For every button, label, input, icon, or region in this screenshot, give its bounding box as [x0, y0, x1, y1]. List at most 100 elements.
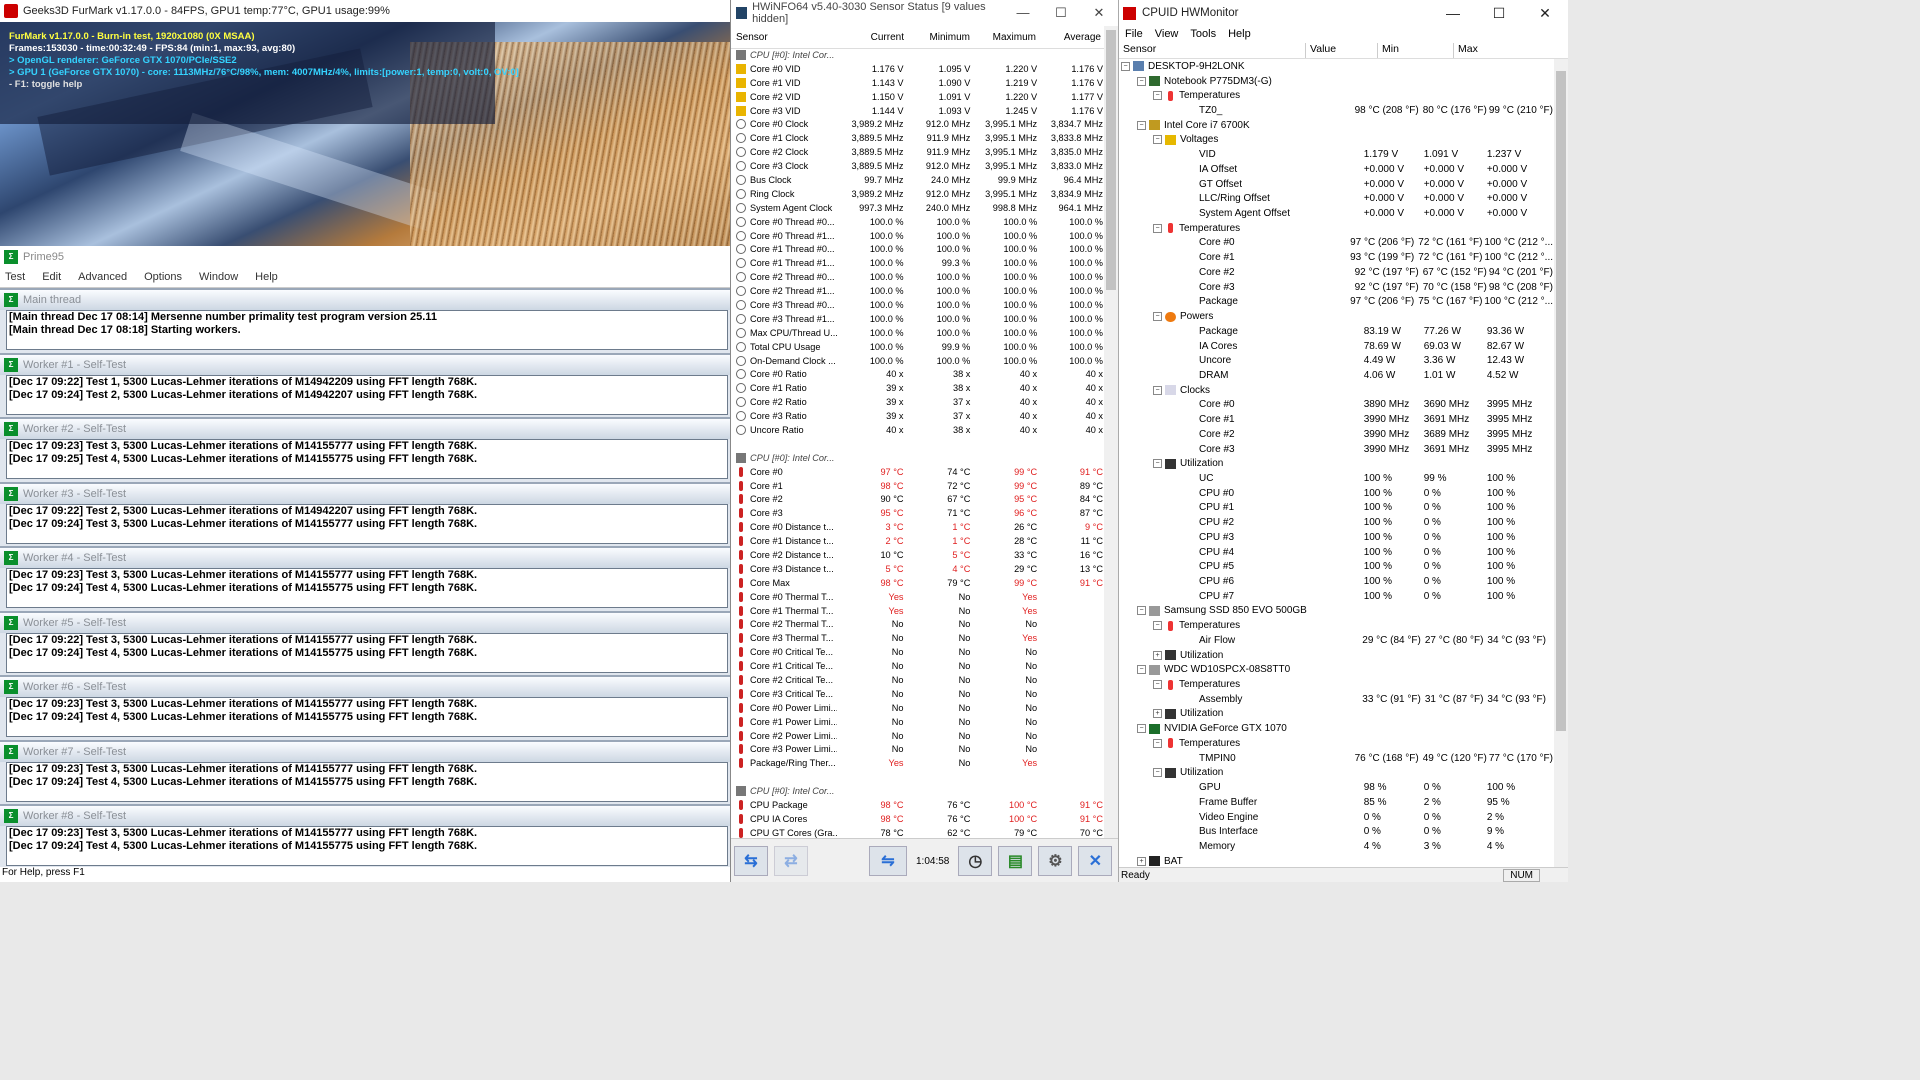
tree-node[interactable]: − Voltages	[1119, 133, 1553, 148]
sensor-row[interactable]: Memory 4 % 3 % 4 %	[1119, 839, 1553, 854]
sensor-row[interactable]: Core #1 Ratio 39 x 38 x 40 x 40 x	[731, 381, 1104, 395]
sensor-row[interactable]: Core #3 Clock 3,889.5 MHz 912.0 MHz 3,995.1…	[731, 159, 1104, 173]
sensor-group-header[interactable]: CPU [#0]: Intel Cor...	[731, 451, 1104, 465]
tree-node[interactable]: − NVIDIA GeForce GTX 1070	[1119, 721, 1553, 736]
collapse-icon[interactable]: −	[1153, 312, 1162, 322]
worker-titlebar[interactable]: Σ Worker #7 - Self-Test	[0, 739, 730, 762]
expand-icon[interactable]: +	[1153, 709, 1162, 719]
menu-item-help[interactable]: Help	[1228, 28, 1251, 40]
worker-titlebar[interactable]: Σ Worker #6 - Self-Test	[0, 675, 730, 697]
sensor-group-header[interactable]: CPU [#0]: Intel Cor...	[731, 784, 1104, 798]
collapse-icon[interactable]: −	[1153, 768, 1162, 778]
sensor-row[interactable]: DRAM 4.06 W 1.01 W 4.52 W	[1119, 368, 1553, 383]
sensor-row[interactable]: Core #1 Critical Te... No No No	[731, 659, 1104, 673]
sensor-row[interactable]: Core #2 Thread #0... 100.0 % 100.0 % 100.0 …	[731, 270, 1104, 284]
sensor-row[interactable]: UC 100 % 99 % 100 %	[1119, 471, 1553, 486]
settings-gear-icon[interactable]: ⚙	[1038, 846, 1073, 876]
column-header[interactable]: Value	[1306, 43, 1378, 58]
worker-titlebar[interactable]: Σ Worker #3 - Self-Test	[0, 481, 730, 504]
menu-item-tools[interactable]: Tools	[1190, 28, 1216, 40]
column-header[interactable]: Current	[842, 32, 909, 43]
close-x-icon[interactable]: ✕	[1078, 846, 1113, 876]
sensor-row[interactable]: Core #1 Clock 3,889.5 MHz 911.9 MHz 3,995.1…	[731, 131, 1104, 145]
worker-log[interactable]: [Dec 17 09:23] Test 3, 5300 Lucas-Lehmer…	[6, 826, 728, 866]
sensor-row[interactable]: Core #2 VID 1.150 V 1.091 V 1.220 V 1.177 V	[731, 90, 1104, 104]
menu-item-window[interactable]: Window	[199, 271, 238, 283]
menu-item-view[interactable]: View	[1155, 28, 1179, 40]
sensor-row[interactable]: System Agent Offset +0.000 V +0.000 V +0.00…	[1119, 206, 1553, 221]
hwinfo-titlebar[interactable]: HWiNFO64 v5.40-3030 Sensor Status [9 val…	[731, 0, 1118, 26]
menu-item-test[interactable]: Test	[5, 271, 25, 283]
minimize-button[interactable]: —	[1004, 5, 1042, 21]
worker-log[interactable]: [Dec 17 09:23] Test 3, 5300 Lucas-Lehmer…	[6, 568, 728, 608]
maximize-button[interactable]: ☐	[1476, 5, 1522, 22]
tree-node[interactable]: − Utilization	[1119, 456, 1553, 471]
sensor-row[interactable]: Core #2 Clock 3,889.5 MHz 911.9 MHz 3,995.1…	[731, 145, 1104, 159]
sensor-row[interactable]: CPU #6 100 % 0 % 100 %	[1119, 574, 1553, 589]
column-header[interactable]: Minimum	[909, 32, 975, 43]
sensor-row[interactable]: Core #1 Distance t... 2 °C 1 °C 28 °C 11 °C	[731, 534, 1104, 548]
tree-node[interactable]: − Clocks	[1119, 383, 1553, 398]
sensor-row[interactable]: Package 97 °C (206 °F) 75 °C (167 °F) 100 °…	[1119, 295, 1553, 310]
tree-node[interactable]: − Intel Core i7 6700K	[1119, 118, 1553, 133]
sensor-row[interactable]: Assembly 33 °C (91 °F) 31 °C (87 °F) 34 °C …	[1119, 692, 1553, 707]
collapse-icon[interactable]: −	[1137, 76, 1146, 86]
sensor-row[interactable]: Core #2 Critical Te... No No No	[731, 673, 1104, 687]
sensor-row[interactable]: Core #2 Thread #1... 100.0 % 100.0 % 100.0 …	[731, 284, 1104, 298]
worker-titlebar[interactable]: Σ Worker #4 - Self-Test	[0, 546, 730, 568]
sensor-row[interactable]: Core #1 3990 MHz 3691 MHz 3995 MHz	[1119, 412, 1553, 427]
tree-node[interactable]: − Utilization	[1119, 766, 1553, 781]
tree-node[interactable]: − Temperatures	[1119, 618, 1553, 633]
worker-titlebar[interactable]: Σ Worker #8 - Self-Test	[0, 804, 730, 826]
sensor-row[interactable]: Core #1 Thermal T... Yes No Yes	[731, 604, 1104, 618]
worker-log[interactable]: [Dec 17 09:22] Test 3, 5300 Lucas-Lehmer…	[6, 632, 728, 673]
sensor-row[interactable]: Core #2 90 °C 67 °C 95 °C 84 °C	[731, 493, 1104, 507]
worker-pane[interactable]: Σ Worker #8 - Self-Test [Dec 17 09:23] Tes…	[0, 804, 730, 869]
sensor-row[interactable]: CPU #2 100 % 0 % 100 %	[1119, 515, 1553, 530]
sensor-row[interactable]: TMPIN0 76 °C (168 °F) 49 °C (120 °F) 77 °C …	[1119, 751, 1553, 766]
worker-titlebar[interactable]: Σ Main thread	[0, 288, 730, 310]
close-button[interactable]: ✕	[1522, 5, 1568, 22]
sensor-row[interactable]: Core #0 Thread #0... 100.0 % 100.0 % 100.0 …	[731, 215, 1104, 229]
sensor-row[interactable]: Ring Clock 3,989.2 MHz 912.0 MHz 3,995.1 MH…	[731, 187, 1104, 201]
sensor-row[interactable]: Core #3 Distance t... 5 °C 4 °C 29 °C 13 °C	[731, 562, 1104, 576]
sensor-row[interactable]: Core #1 98 °C 72 °C 99 °C 89 °C	[731, 479, 1104, 493]
menu-item-advanced[interactable]: Advanced	[78, 271, 127, 283]
sensor-row[interactable]: System Agent Clock 997.3 MHz 240.0 MHz 998.…	[731, 201, 1104, 215]
column-header[interactable]: Max	[1454, 43, 1568, 58]
sensor-row[interactable]: Core #3 Power Limi... No No No	[731, 743, 1104, 757]
hwinfo-window[interactable]: HWiNFO64 v5.40-3030 Sensor Status [9 val…	[731, 0, 1120, 882]
hwmonitor-titlebar[interactable]: CPUID HWMonitor — ☐ ✕	[1119, 0, 1568, 26]
column-header[interactable]: Maximum	[975, 32, 1041, 43]
tree-node[interactable]: − Notebook P775DM3(-G)	[1119, 74, 1553, 89]
network-icon[interactable]: ⇋	[869, 846, 907, 876]
sensor-row[interactable]: Core #3 Thermal T... No No Yes	[731, 631, 1104, 645]
collapse-icon[interactable]: −	[1153, 738, 1162, 748]
worker-pane[interactable]: Σ Worker #7 - Self-Test [Dec 17 09:23] Tes…	[0, 739, 730, 805]
sensor-row[interactable]: Core #3 3990 MHz 3691 MHz 3995 MHz	[1119, 442, 1553, 457]
sensor-row[interactable]: CPU #5 100 % 0 % 100 %	[1119, 559, 1553, 574]
collapse-icon[interactable]: −	[1137, 606, 1146, 616]
tree-node[interactable]: − WDC WD10SPCX-08S8TT0	[1119, 662, 1553, 677]
close-button[interactable]: ✕	[1080, 5, 1118, 21]
sensor-row[interactable]: Air Flow 29 °C (84 °F) 27 °C (80 °F) 34 °C …	[1119, 633, 1553, 648]
collapse-icon[interactable]: −	[1137, 724, 1146, 734]
collapse-icon[interactable]: −	[1137, 665, 1146, 675]
tree-node[interactable]: − Temperatures	[1119, 88, 1553, 103]
sensor-row[interactable]: Core #0 Power Limi... No No No	[731, 701, 1104, 715]
worker-titlebar[interactable]: Σ Worker #1 - Self-Test	[0, 352, 730, 375]
minimize-button[interactable]: —	[1430, 5, 1476, 22]
tree-node[interactable]: − Powers	[1119, 309, 1553, 324]
sensor-row[interactable]: Core #2 Thermal T... No No No	[731, 618, 1104, 632]
sensor-row[interactable]: Core #1 Thread #1... 100.0 % 99.3 % 100.0 %…	[731, 256, 1104, 270]
sensor-row[interactable]: CPU #1 100 % 0 % 100 %	[1119, 501, 1553, 516]
sensor-row[interactable]: Core #2 Distance t... 10 °C 5 °C 33 °C 16 °C	[731, 548, 1104, 562]
worker-pane[interactable]: Σ Main thread [Main thread Dec 17 08:14] M…	[0, 288, 730, 353]
sensor-row[interactable]: VID 1.179 V 1.091 V 1.237 V	[1119, 147, 1553, 162]
sensor-row[interactable]: Package/Ring Ther... Yes No Yes	[731, 756, 1104, 770]
sensor-row[interactable]: Core #0 Distance t... 3 °C 1 °C 26 °C 9 °C	[731, 520, 1104, 534]
log-add-icon[interactable]: ▤	[998, 846, 1033, 876]
sensor-row[interactable]: CPU #3 100 % 0 % 100 %	[1119, 530, 1553, 545]
sensor-group-header[interactable]: CPU [#0]: Intel Cor...	[731, 48, 1104, 62]
sensor-row[interactable]: CPU Package 98 °C 76 °C 100 °C 91 °C	[731, 798, 1104, 812]
